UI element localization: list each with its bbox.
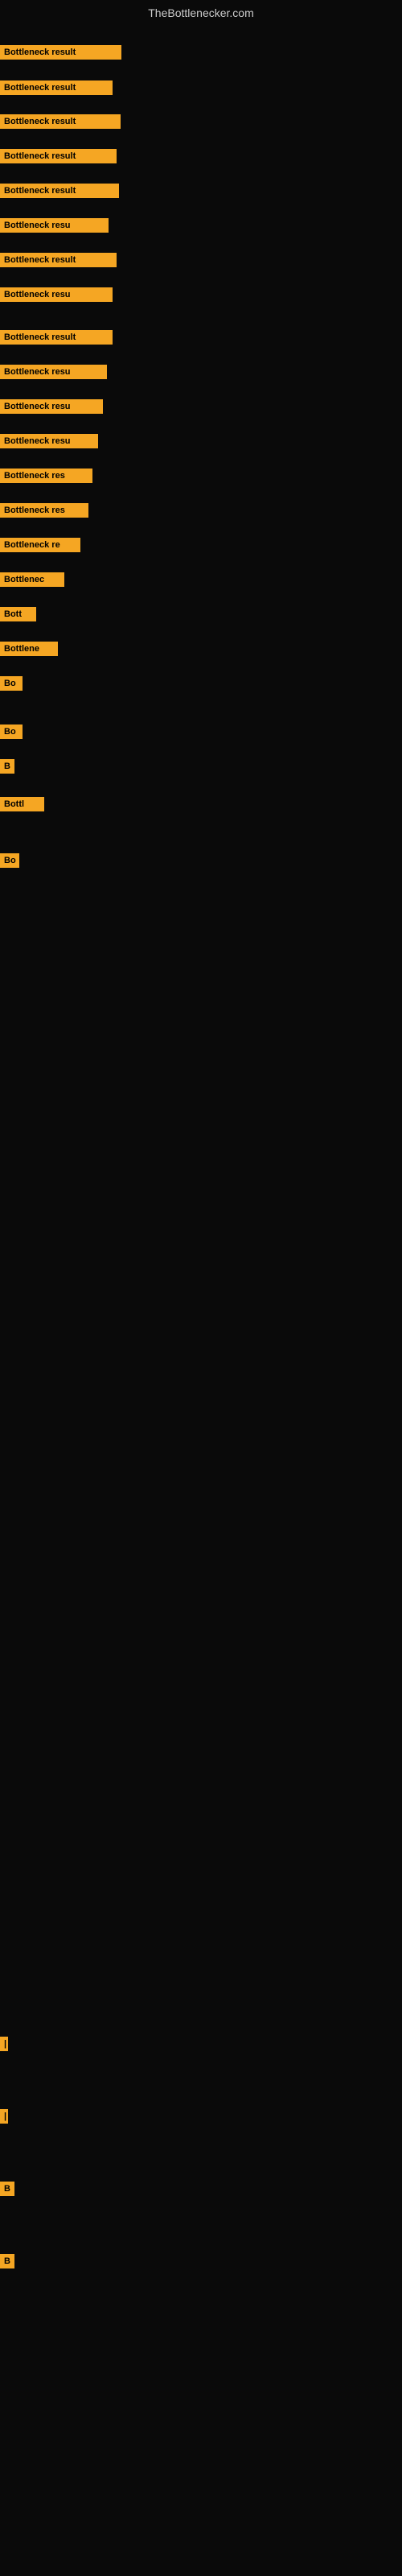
bottleneck-badge: Bottleneck result [0,253,117,267]
bottleneck-badge: Bottleneck result [0,184,119,198]
site-title: TheBottlenecker.com [148,6,254,19]
bottleneck-badge: Bottl [0,797,44,811]
bottleneck-badge: Bottleneck resu [0,218,109,233]
bottleneck-badge: | [0,2037,8,2051]
bottleneck-badge: Bottleneck result [0,45,121,60]
bottleneck-badge: Bottleneck result [0,114,121,129]
bottleneck-badge: Bo [0,724,23,739]
bottleneck-badge: Bottlene [0,642,58,656]
bottleneck-badge: Bottleneck resu [0,365,107,379]
bottleneck-badge: Bo [0,676,23,691]
bottleneck-badge: Bottleneck result [0,330,113,345]
bottleneck-badge: Bott [0,607,36,621]
bottleneck-badge: Bottleneck resu [0,434,98,448]
bottleneck-badge: B [0,2254,14,2268]
bottleneck-badge: Bottleneck resu [0,287,113,302]
bottleneck-badge: Bottleneck re [0,538,80,552]
bottleneck-badge: Bottleneck resu [0,399,103,414]
bottleneck-badge: Bottleneck result [0,149,117,163]
bottleneck-badge: Bottleneck res [0,503,88,518]
bottleneck-badge: Bottleneck res [0,469,92,483]
bottleneck-badge: Bottlenec [0,572,64,587]
bottleneck-badge: B [0,2182,14,2196]
bottleneck-badge: Bottleneck result [0,80,113,95]
bottleneck-badge: B [0,759,14,774]
bottleneck-badge: Bo [0,853,19,868]
bottleneck-badge: | [0,2109,8,2124]
